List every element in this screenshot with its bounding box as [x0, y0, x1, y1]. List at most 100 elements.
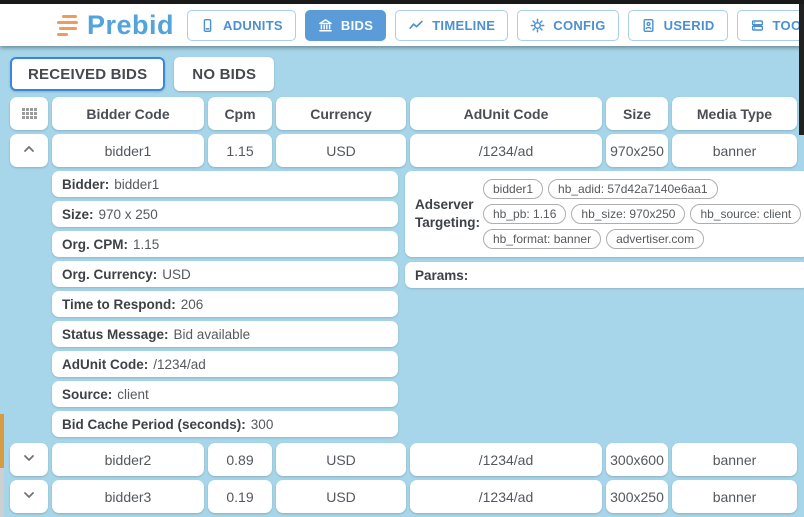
cell-bidder-code: bidder3 [52, 480, 204, 513]
cell-cpm: 1.15 [208, 134, 272, 167]
expander-cell[interactable] [10, 480, 48, 513]
detail-value: Bid available [174, 327, 251, 342]
nav-button-label: USERID [664, 18, 715, 33]
cell-currency: USD [276, 443, 406, 476]
cell-currency: USD [276, 134, 406, 167]
detail-item-status-message: Status Message: Bid available [52, 321, 398, 347]
bids-icon [318, 18, 333, 33]
cell-size: 300x600 [606, 443, 668, 476]
column-header-size: Size [606, 97, 668, 130]
detail-label: Size: [62, 207, 94, 222]
detail-value: USD [162, 267, 191, 282]
bid-details-right: Adserver Targeting: bidder1 hb_adid: 57d… [405, 171, 804, 288]
bid-details-list: Bidder:bidder1 Size: 970 x 250 Org. CPM: 1… [52, 171, 398, 441]
detail-label: AdUnit Code: [62, 357, 148, 372]
detail-value: client [117, 387, 149, 402]
cell-adunit-code: /1234/ad [410, 443, 602, 476]
config-icon [530, 18, 545, 33]
targeting-chip-row: hb_pb: 1.16 hb_size: 970x250 hb_source: … [483, 204, 801, 224]
column-header-bidder-code: Bidder Code [52, 97, 204, 130]
app-header: Prebid ADUNITS BIDS CO [0, 4, 804, 46]
column-header-media-type: Media Type [672, 97, 797, 130]
nav-button-bids[interactable]: BIDS [305, 10, 386, 41]
chevron-down-icon [21, 487, 37, 506]
cell-size: 970x250 [606, 134, 668, 167]
bid-details-panel: Bidder:bidder1 Size:970 x 250 Org. CPM:1… [52, 171, 797, 441]
detail-label: Status Message: [62, 327, 169, 342]
nav-button-timeline[interactable]: CONFIG TIMELINE [395, 10, 508, 41]
detail-label: Org. Currency: [62, 267, 157, 282]
column-header-cpm: Cpm [208, 97, 272, 130]
prebid-logo-text: Prebid [87, 10, 174, 41]
detail-item-time-to-respond: Time to Respond: 206 [52, 291, 398, 317]
params-panel: Params: [405, 262, 804, 288]
cell-media-type: banner [672, 134, 797, 167]
tools-icon [750, 18, 765, 33]
targeting-chip: hb_source: client [690, 204, 801, 224]
tab-no-bids[interactable]: NO BIDS [174, 57, 274, 91]
targeting-label: Adserver Targeting: [415, 196, 477, 232]
nav-button-userid[interactable]: USERID [628, 10, 728, 41]
targeting-chip-row: bidder1 hb_adid: 57d42a7140e6aa1 [483, 179, 801, 199]
detail-item-size: Size: 970 x 250 [52, 201, 398, 227]
nav-button-label: BIDS [341, 18, 373, 33]
page-edge-left-gray [0, 468, 4, 517]
adunits-icon [200, 18, 215, 33]
expander-cell[interactable] [10, 443, 48, 476]
detail-label: Source: [62, 387, 112, 402]
adserver-targeting-panel: Adserver Targeting: bidder1 hb_adid: 57d… [405, 171, 804, 257]
detail-label: Bidder: [62, 177, 109, 192]
targeting-chips: bidder1 hb_adid: 57d42a7140e6aa1 hb_pb: … [483, 179, 801, 249]
targeting-chip: hb_pb: 1.16 [483, 204, 566, 224]
bid-row-bidder1: bidder1 1.15 USD /1234/ad 970x250 banner [10, 134, 797, 167]
nav-button-adunits[interactable]: ADUNITS [187, 10, 296, 41]
userid-icon [641, 18, 656, 33]
cell-adunit-code: /1234/ad [410, 480, 602, 513]
bids-table: Bidder Code Cpm Currency AdUnit Code Siz… [10, 97, 797, 517]
prebid-logo: Prebid [57, 10, 174, 41]
main-nav: ADUNITS BIDS CONFIG TIMELINE [187, 10, 804, 41]
column-header-currency: Currency [276, 97, 406, 130]
detail-value: 206 [181, 297, 204, 312]
page-edge-left-orange [0, 414, 4, 468]
grid-icon [22, 108, 37, 119]
column-menu-cell[interactable] [10, 97, 48, 130]
detail-value: 1.15 [133, 237, 159, 252]
detail-item-org-cpm: Org. CPM: 1.15 [52, 231, 398, 257]
targeting-chip: advertiser.com [606, 229, 704, 249]
table-header-row: Bidder Code Cpm Currency AdUnit Code Siz… [10, 97, 797, 130]
targeting-chip: hb_adid: 57d42a7140e6aa1 [548, 179, 717, 199]
expander-cell[interactable] [10, 134, 48, 167]
bids-tabs: RECEIVED BIDS NO BIDS [10, 57, 274, 91]
tab-received-bids[interactable]: RECEIVED BIDS [10, 57, 165, 91]
cell-cpm: 0.19 [208, 480, 272, 513]
bid-row-bidder3: bidder3 0.19 USD /1234/ad 300x250 banner [10, 480, 797, 513]
targeting-chip: hb_format: banner [483, 229, 601, 249]
detail-value: 970 x 250 [99, 207, 158, 222]
params-label: Params: [415, 268, 468, 283]
cell-media-type: banner [672, 480, 797, 513]
detail-value: 300 [251, 417, 274, 432]
chevron-down-icon [21, 450, 37, 469]
detail-item-bid-cache-period: Bid Cache Period (seconds): 300 [52, 411, 398, 437]
scrollbar-thumb[interactable] [799, 4, 804, 135]
detail-item-adunit-code: AdUnit Code:/1234/ad [52, 351, 398, 377]
bid-row-bidder2: bidder2 0.89 USD /1234/ad 300x600 banner [10, 443, 797, 476]
page-edge-top [0, 0, 804, 4]
cell-size: 300x250 [606, 480, 668, 513]
targeting-chip: hb_size: 970x250 [571, 204, 685, 224]
targeting-chip-row: hb_format: banner advertiser.com [483, 229, 801, 249]
nav-button-tools[interactable]: TOOLS [737, 10, 804, 41]
detail-label: Bid Cache Period (seconds): [62, 417, 246, 432]
detail-item-bidder: Bidder:bidder1 [52, 171, 398, 197]
detail-label: Org. CPM: [62, 237, 128, 252]
cell-media-type: banner [672, 443, 797, 476]
nav-button-label: TIMELINE [432, 18, 495, 33]
column-header-adunit-code: AdUnit Code [410, 97, 602, 130]
nav-button-config[interactable]: CONFIG [517, 10, 618, 41]
detail-label: Time to Respond: [62, 297, 176, 312]
nav-button-label: ADUNITS [223, 18, 283, 33]
timeline-icon [408, 18, 424, 33]
targeting-chip: bidder1 [483, 179, 543, 199]
cell-bidder-code: bidder2 [52, 443, 204, 476]
